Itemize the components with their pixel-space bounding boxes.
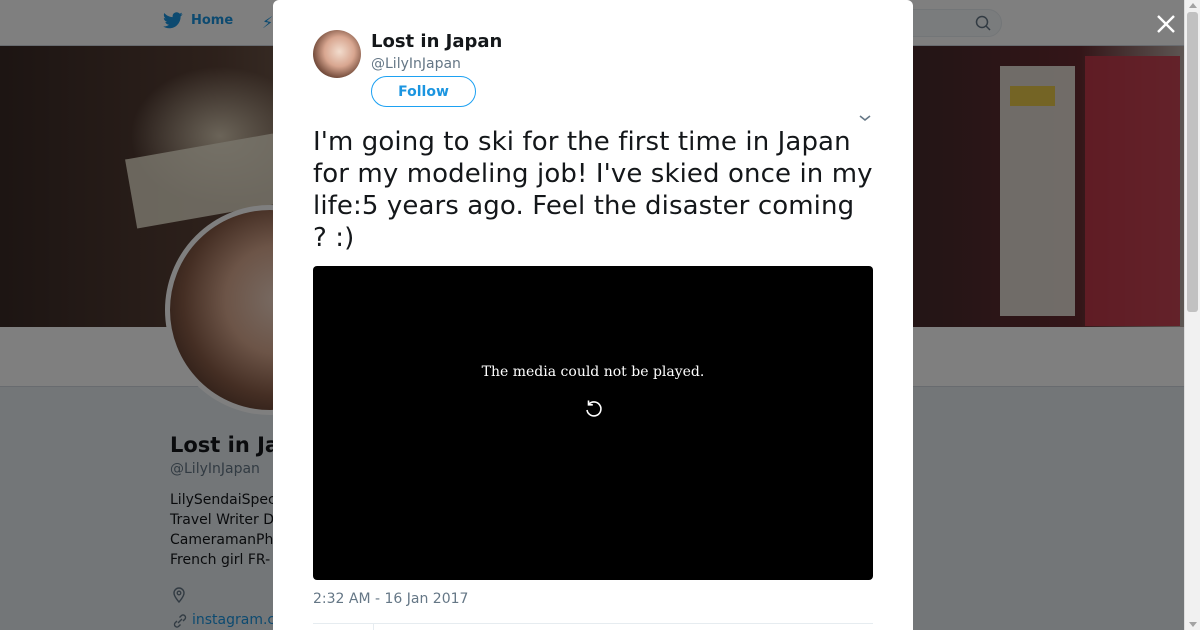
scroll-down-arrow[interactable] [1189,622,1197,627]
divider [313,623,873,624]
tweet-modal: Lost in Japan @LilyInJapan Follow I'm go… [273,0,913,630]
retry-icon[interactable] [584,398,604,420]
tweet-author-handle[interactable]: @LilyInJapan [371,56,461,72]
scroll-up-arrow[interactable] [1189,3,1197,8]
tweet-author-avatar[interactable] [313,30,361,78]
scroll-thumb[interactable] [1187,12,1198,312]
tweet-text: I'm going to ski for the first time in J… [313,127,873,253]
follow-button[interactable]: Follow [371,76,476,107]
page-scrollbar[interactable] [1184,0,1200,630]
divider [373,623,374,630]
tweet-media-player[interactable]: The media could not be played. [313,266,873,580]
tweet-author-name[interactable]: Lost in Japan [371,31,502,52]
media-error-message: The media could not be played. [481,364,705,380]
chevron-down-icon[interactable] [858,113,872,123]
close-icon[interactable] [1154,12,1178,36]
tweet-timestamp[interactable]: 2:32 AM - 16 Jan 2017 [313,591,468,607]
